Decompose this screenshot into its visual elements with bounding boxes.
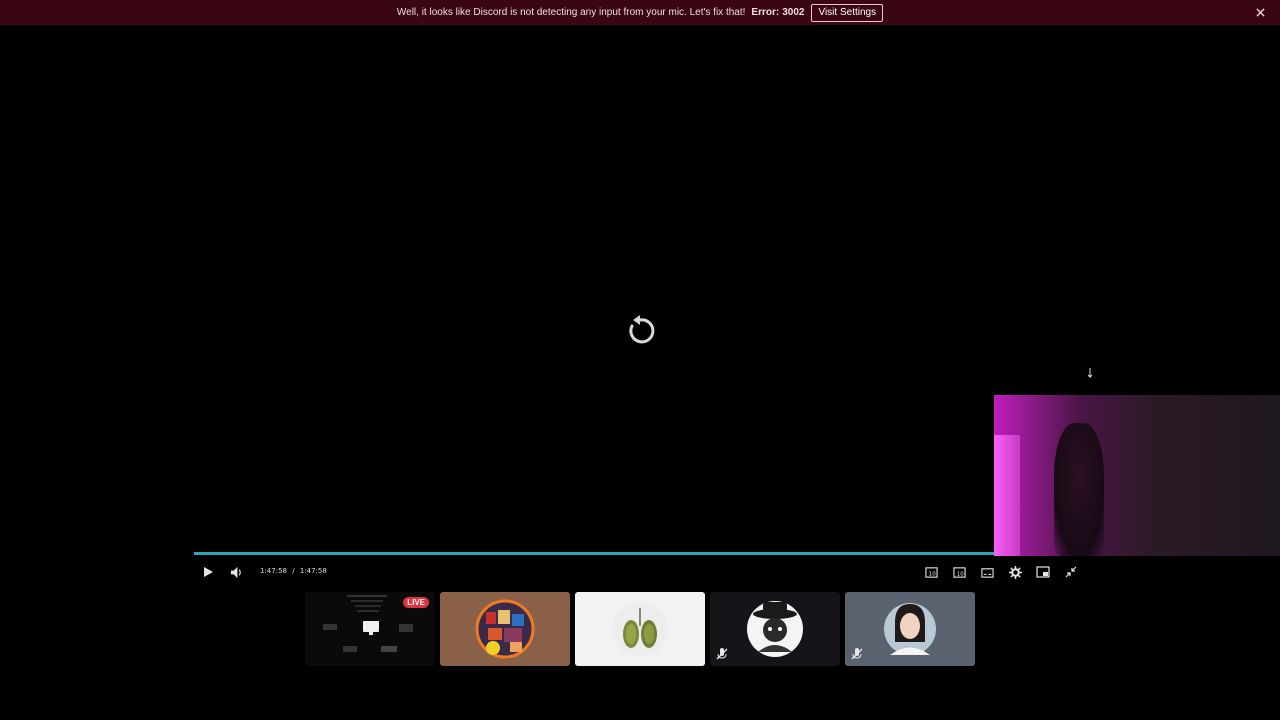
replay-icon[interactable] (622, 313, 658, 349)
forward-10-button[interactable]: 10 (951, 564, 967, 580)
camera-subject-silhouette (1054, 423, 1104, 556)
close-banner-button[interactable] (1252, 4, 1268, 20)
close-icon (1255, 7, 1265, 17)
banner-error-label: Error: (751, 7, 780, 18)
forward-10-icon: 10 (952, 566, 966, 578)
participant-tile-woman-portrait[interactable] (845, 592, 975, 666)
collapse-button[interactable] (1063, 564, 1079, 580)
banner-message: Well, it looks like Discord is not detec… (396, 7, 746, 18)
play-button[interactable] (200, 564, 216, 580)
camera-light-glow (994, 435, 1020, 556)
mic-error-banner: Well, it looks like Discord is not detec… (0, 0, 1280, 25)
mouse-cursor-icon (1087, 368, 1093, 379)
video-progress-fill (194, 552, 994, 555)
playback-time: 1:47:58 / 1:47:58 (260, 567, 327, 575)
captions-icon (980, 567, 994, 578)
live-badge: LIVE (403, 597, 429, 608)
player-controls: 1:47:58 / 1:47:58 10 10 (194, 562, 1086, 582)
video-progress-bar[interactable] (194, 552, 994, 555)
volume-icon (230, 566, 241, 578)
settings-button[interactable] (1007, 564, 1023, 580)
camera-feed[interactable] (994, 395, 1280, 556)
volume-button[interactable] (228, 564, 244, 580)
avatar-lungs (575, 592, 705, 666)
visit-settings-button[interactable]: Visit Settings (811, 3, 884, 22)
muted-icon (851, 648, 863, 660)
picture-in-picture-button[interactable] (1035, 564, 1051, 580)
play-icon (204, 567, 213, 577)
avatar-hat-character (710, 592, 840, 666)
rewind-10-icon: 10 (924, 566, 938, 578)
participant-tile-lungs[interactable] (575, 592, 705, 666)
avatar-anime-collage (440, 592, 570, 666)
time-total: 1:47:58 (299, 567, 327, 575)
picture-in-picture-icon (1036, 565, 1050, 578)
participant-tile-hat-character[interactable] (710, 592, 840, 666)
captions-button[interactable] (979, 564, 995, 580)
banner-error-code: 3002 (782, 7, 805, 18)
time-separator: / (292, 567, 295, 575)
participant-tile-stream[interactable]: LIVE (305, 592, 435, 666)
svg-text:10: 10 (956, 571, 964, 577)
participant-tile-anime-collage[interactable] (440, 592, 570, 666)
gear-icon (1008, 565, 1022, 579)
collapse-icon (1065, 566, 1077, 578)
muted-icon (716, 648, 728, 660)
svg-text:10: 10 (928, 571, 936, 577)
avatar-woman-portrait (845, 592, 975, 666)
rewind-10-button[interactable]: 10 (923, 564, 939, 580)
time-current: 1:47:58 (260, 567, 287, 575)
